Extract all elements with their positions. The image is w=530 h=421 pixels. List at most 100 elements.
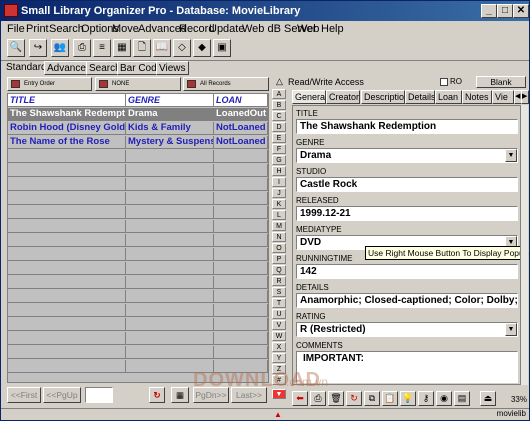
none-label: NONE	[112, 81, 130, 87]
copy-icon[interactable]: ⧉	[364, 391, 380, 406]
page-up-button[interactable]: <<PgUp	[43, 387, 81, 403]
exit-icon[interactable]: ⏏	[480, 391, 496, 406]
index-letter[interactable]: Q	[272, 265, 286, 275]
record-number-field[interactable]	[85, 387, 113, 403]
tab-general[interactable]: General	[292, 90, 326, 104]
index-letter[interactable]: C	[272, 111, 286, 121]
index-letter[interactable]: B	[272, 100, 286, 110]
bulb-icon[interactable]: 💡	[400, 391, 416, 406]
index-letter[interactable]: R	[272, 276, 286, 286]
menu-print[interactable]: Print	[26, 23, 49, 35]
index-letter[interactable]: X	[272, 342, 286, 352]
index-letter[interactable]: F	[272, 144, 286, 154]
refresh-icon[interactable]: ↻	[346, 391, 362, 406]
index-letter[interactable]: M	[272, 221, 286, 231]
users-icon[interactable]: 👥	[51, 39, 69, 57]
form-view-icon[interactable]: ▦	[113, 39, 131, 57]
menu-search[interactable]: Search	[49, 23, 84, 35]
tab-loan[interactable]: Loan	[435, 90, 462, 104]
index-letter[interactable]: H	[272, 166, 286, 176]
index-letter[interactable]: L	[272, 210, 286, 220]
globe-icon[interactable]: ◉	[436, 391, 452, 406]
chevron-down-icon[interactable]: ▼	[505, 323, 517, 336]
index-letter[interactable]: J	[272, 188, 286, 198]
first-button[interactable]: <<First	[7, 387, 41, 403]
menu-file[interactable]: File	[7, 23, 25, 35]
rating-select[interactable]: R (Restricted) ▼	[296, 322, 518, 337]
menu-help[interactable]: Help	[321, 23, 344, 35]
index-letter[interactable]: A	[272, 89, 286, 99]
refresh-icon[interactable]: ↻	[149, 387, 165, 403]
table-row[interactable]: The Shawshank Redemptic Drama LoanedOut	[8, 108, 268, 121]
blank-button[interactable]: Blank	[476, 76, 526, 88]
tag-icon[interactable]: ◆	[193, 39, 211, 57]
index-letter[interactable]: T	[272, 298, 286, 308]
search-icon[interactable]: 🔍	[7, 39, 25, 57]
calculator-icon[interactable]: ▣	[213, 39, 231, 57]
tab-views[interactable]: Vie	[492, 90, 514, 104]
book-icon[interactable]: 📖	[153, 39, 171, 57]
column-header-title[interactable]: TITLE	[8, 94, 126, 107]
all-records-label: All Records	[200, 81, 231, 87]
index-letter[interactable]: Y	[272, 353, 286, 363]
index-letter[interactable]: G	[272, 155, 286, 165]
tab-scroll-right-icon[interactable]: ▶	[521, 90, 529, 104]
delete-icon[interactable]: 🗑	[328, 391, 344, 406]
column-header-genre[interactable]: GENRE	[126, 94, 214, 107]
mediatype-value: DVD	[300, 237, 322, 248]
index-letter[interactable]: O	[272, 243, 286, 253]
released-field[interactable]: 1999.12-21	[296, 206, 518, 221]
index-letter[interactable]: E	[272, 133, 286, 143]
records-grid[interactable]: TITLE GENRE LOAN The Shawshank Redemptic…	[7, 93, 269, 383]
index-letter[interactable]: P	[272, 254, 286, 264]
menu-web[interactable]: Web	[297, 23, 319, 35]
studio-field[interactable]: Castle Rock	[296, 177, 518, 192]
menu-update[interactable]: Update	[209, 23, 244, 35]
grid-color-icon[interactable]: ▦	[171, 387, 189, 403]
table-row[interactable]: The Name of the Rose Mystery & Suspense …	[8, 136, 268, 149]
column-header-loan[interactable]: LOAN	[214, 94, 268, 107]
table-row[interactable]: Robin Hood (Disney Gold C Kids & Family …	[8, 122, 268, 135]
window-title: Small Library Organizer Pro - Database: …	[21, 5, 301, 17]
print-icon[interactable]: ⎙	[310, 391, 326, 406]
back-arrow-icon[interactable]: ⬅	[292, 391, 308, 406]
close-button[interactable]: ✕	[513, 4, 529, 18]
tab-creators[interactable]: Creators	[326, 90, 360, 104]
index-letter[interactable]: N	[272, 232, 286, 242]
comments-field[interactable]: IMPORTANT:	[296, 351, 518, 383]
index-letter[interactable]: I	[272, 177, 286, 187]
print-icon[interactable]: ⎙	[73, 39, 91, 57]
index-letter[interactable]: W	[272, 331, 286, 341]
minimize-button[interactable]: _	[481, 4, 497, 18]
entry-order-button[interactable]: Entry Order	[7, 77, 92, 91]
index-letter[interactable]: S	[272, 287, 286, 297]
key-icon[interactable]: ⚷	[418, 391, 434, 406]
maximize-button[interactable]: □	[497, 4, 513, 18]
document-icon[interactable]: 🗋	[133, 39, 151, 57]
find-next-icon[interactable]: ↪	[29, 39, 47, 57]
index-letter[interactable]: D	[272, 122, 286, 132]
tab-views[interactable]: Views	[156, 61, 189, 75]
tab-description[interactable]: Description	[361, 90, 405, 104]
menu-move[interactable]: Move	[112, 23, 139, 35]
details-field[interactable]: Anamorphic; Closed-captioned; Color; Dol…	[296, 293, 518, 308]
index-letter[interactable]: U	[272, 309, 286, 319]
genre-select[interactable]: Drama ▼	[296, 148, 518, 163]
paste-icon[interactable]: 📋	[382, 391, 398, 406]
notes-icon[interactable]: ▤	[454, 391, 470, 406]
index-letter[interactable]: V	[272, 320, 286, 330]
chevron-down-icon[interactable]: ▼	[505, 149, 517, 162]
title-field[interactable]: The Shawshank Redemption	[296, 119, 518, 134]
all-records-button[interactable]: All Records	[183, 77, 269, 91]
tab-notes[interactable]: Notes	[462, 90, 492, 104]
eraser-icon[interactable]: ◇	[173, 39, 191, 57]
ro-checkbox[interactable]: RO	[440, 77, 462, 86]
none-button[interactable]: NONE	[95, 77, 181, 91]
list-view-icon[interactable]: ≡	[93, 39, 111, 57]
details-label: DETAILS	[296, 283, 329, 292]
tab-details[interactable]: Details	[405, 90, 435, 104]
runningtime-field[interactable]: 142	[296, 264, 518, 279]
index-letter[interactable]: K	[272, 199, 286, 209]
tab-standard[interactable]: Standard	[4, 61, 49, 75]
form-scrollbar[interactable]	[520, 105, 528, 385]
